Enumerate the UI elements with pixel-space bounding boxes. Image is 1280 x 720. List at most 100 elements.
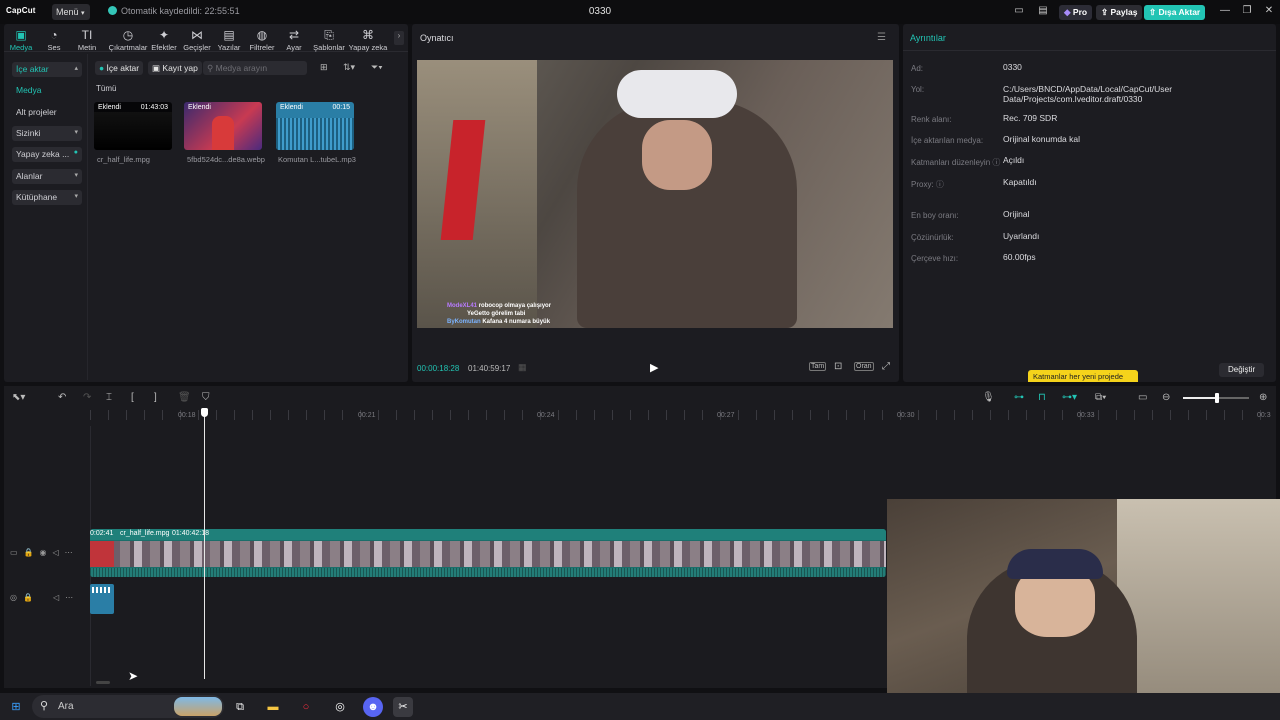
layout-icon[interactable]: ▭ — [1012, 5, 1026, 16]
timecode-grid-icon[interactable]: ▦ — [518, 362, 527, 373]
microphone-icon[interactable]: 🎙 — [982, 392, 995, 403]
sidebar-item-library[interactable]: Kütüphane ▾ — [12, 190, 82, 205]
wall-right — [1117, 499, 1280, 720]
pro-button[interactable]: ◆ Pro — [1059, 5, 1093, 20]
filters-icon: ◍ — [256, 28, 268, 42]
image-subject — [212, 116, 234, 150]
sidebar-item-subprojects[interactable]: Alt projeler — [12, 105, 82, 120]
more-icon[interactable]: ⋯ — [65, 548, 79, 557]
tab-ai[interactable]: ⌘ Yapay zeka — [348, 28, 388, 52]
zoom-out-icon[interactable]: ⊖ — [1162, 392, 1170, 403]
clip-name: cr_half_life.mpg — [120, 530, 170, 537]
zoom-slider-handle[interactable] — [1215, 393, 1219, 403]
detail-value: Açıldı — [1003, 155, 1025, 165]
media-icon: ▣ — [15, 28, 27, 42]
cover-icon[interactable]: ▭ — [10, 548, 24, 557]
horizontal-scrollbar[interactable] — [96, 681, 110, 684]
audio-clip[interactable] — [90, 584, 114, 614]
change-button[interactable]: Değiştir — [1219, 363, 1265, 377]
file-explorer-icon[interactable]: ▬ — [263, 697, 283, 717]
export-icon: ⇧ — [1149, 7, 1157, 17]
taskbar-search[interactable]: ⚲ Ara — [32, 695, 224, 718]
caption-icon[interactable]: ▭ — [1138, 392, 1147, 403]
sidebar-item-ai[interactable]: Yapay zeka ... ● — [12, 147, 82, 162]
preview-axis-icon[interactable]: ⧉▾ — [1095, 392, 1106, 403]
shortcut-icon[interactable]: ▤ — [1036, 5, 1050, 16]
detail-label: En boy oranı: — [911, 211, 959, 220]
ratio-button[interactable]: Oran — [854, 362, 874, 371]
import-button[interactable]: ● İçe aktar — [95, 61, 144, 75]
tab-templates[interactable]: ⎘ Şablonlar — [311, 28, 347, 52]
sidebar-item-spaces[interactable]: Alanlar ▾ — [12, 169, 82, 184]
tab-transitions[interactable]: ⋈ Geçişler — [180, 28, 214, 52]
tab-text[interactable]: TI Metin — [70, 28, 104, 52]
share-button[interactable]: ⇪ Paylaş — [1096, 5, 1143, 20]
ruler[interactable] — [90, 410, 1276, 420]
search-input[interactable]: ⚲ Medya arayın — [203, 61, 307, 75]
trim-left-icon[interactable]: [ — [131, 392, 134, 403]
restore-icon[interactable]: ❐ — [1240, 5, 1254, 16]
chevron-right-icon[interactable]: › — [394, 31, 404, 45]
tab-stickers[interactable]: ◷ Çıkartmalar — [108, 28, 148, 52]
undo-icon[interactable]: ↶ — [58, 392, 66, 403]
snap-icon[interactable]: ⊶▾ — [1062, 392, 1077, 403]
magnet-icon[interactable]: ⊓ — [1038, 392, 1046, 403]
task-view-icon[interactable]: ⧉ — [230, 697, 250, 717]
close-icon[interactable]: ✕ — [1262, 5, 1276, 16]
sidebar-item-media[interactable]: Medya — [12, 83, 82, 98]
search-icon: ⚲ — [40, 700, 49, 712]
sort-icon[interactable]: ⇅▾ — [343, 62, 355, 73]
link-icon[interactable]: ⊶ — [1014, 392, 1024, 403]
playhead[interactable] — [204, 411, 205, 679]
capcut-taskbar-icon[interactable]: ✂ — [393, 697, 413, 717]
windows-start-icon[interactable]: ⊞ — [6, 697, 26, 717]
captions-icon: ▤ — [223, 28, 235, 42]
video-clip[interactable]: 0:02:41 cr_half_life.mpg 01:40:42:18 — [90, 529, 886, 577]
ruler-label: 00:27 — [717, 412, 735, 419]
delete-icon[interactable]: 🗑 — [178, 392, 191, 403]
crop-icon[interactable]: ⊡ — [834, 361, 842, 372]
sidebar-item-import[interactable]: İçe aktar ▴ — [12, 62, 82, 77]
filter-icon[interactable]: ⏷▾ — [371, 62, 383, 73]
playhead-handle[interactable] — [201, 408, 208, 417]
tab-effects[interactable]: ✦ Efektler — [147, 28, 181, 52]
tab-audio[interactable]: ◔ Ses — [37, 28, 71, 52]
media-item-image[interactable]: Eklendi — [184, 102, 262, 150]
video-preview[interactable]: ModeXL41 robocop olmaya çalışıyor YeGett… — [417, 60, 893, 328]
plus-circle-icon: ● — [99, 63, 105, 73]
hamburger-icon[interactable]: ☰ — [877, 32, 886, 43]
discord-icon[interactable]: ☻ — [363, 697, 383, 717]
sidebar-item-yours[interactable]: Sizinki ▾ — [12, 126, 82, 141]
split-icon[interactable]: ⌶ — [106, 392, 112, 403]
more-icon[interactable]: ⋯ — [65, 593, 79, 602]
detail-value: 0330 — [1003, 62, 1022, 72]
zoom-in-icon[interactable]: ⊕ — [1259, 392, 1267, 403]
speaker-icon[interactable]: ◁ — [53, 593, 65, 602]
tab-captions[interactable]: ▤ Yazılar — [212, 28, 246, 52]
layers-tooltip: Katmanlar her yeni projede — [1028, 370, 1138, 382]
play-button[interactable]: ▶ — [650, 361, 658, 374]
media-item-video[interactable]: Eklendi 01:43:03 — [94, 102, 172, 150]
menu-button[interactable]: Menü ▾ — [52, 4, 90, 20]
tab-media[interactable]: ▣ Medya — [4, 28, 38, 52]
trim-right-icon[interactable]: ] — [154, 392, 157, 403]
cursor-icon[interactable]: ⬉▾ — [12, 392, 25, 403]
media-item-audio[interactable]: Eklendi 00:15 — [276, 102, 354, 150]
lock-icon[interactable]: 🔒 — [23, 593, 39, 602]
diamond-icon: ◆ — [1064, 7, 1071, 17]
record-button[interactable]: ▣ Kayıt yap — [148, 61, 202, 75]
redo-icon[interactable]: ↷ — [83, 392, 91, 403]
minimize-icon[interactable]: — — [1218, 5, 1232, 16]
grid-view-icon[interactable]: ⊞ — [320, 62, 328, 73]
fullscreen-icon[interactable]: ⤢ — [882, 361, 890, 372]
app-icon[interactable]: ◎ — [330, 697, 350, 717]
full-quality-button[interactable]: Tam — [809, 362, 827, 371]
marker-icon[interactable]: ⛉ — [202, 392, 210, 403]
export-button[interactable]: ⇧ Dışa Aktar — [1144, 5, 1206, 20]
tab-filters[interactable]: ◍ Filtreler — [245, 28, 279, 52]
speaker-icon[interactable]: ◁ — [53, 548, 65, 557]
lock-icon[interactable]: 🔒 — [24, 548, 40, 557]
tab-adjust[interactable]: ⇄ Ayar — [277, 28, 311, 52]
eye-icon[interactable]: ◉ — [40, 548, 53, 557]
opera-icon[interactable]: ○ — [296, 697, 316, 717]
